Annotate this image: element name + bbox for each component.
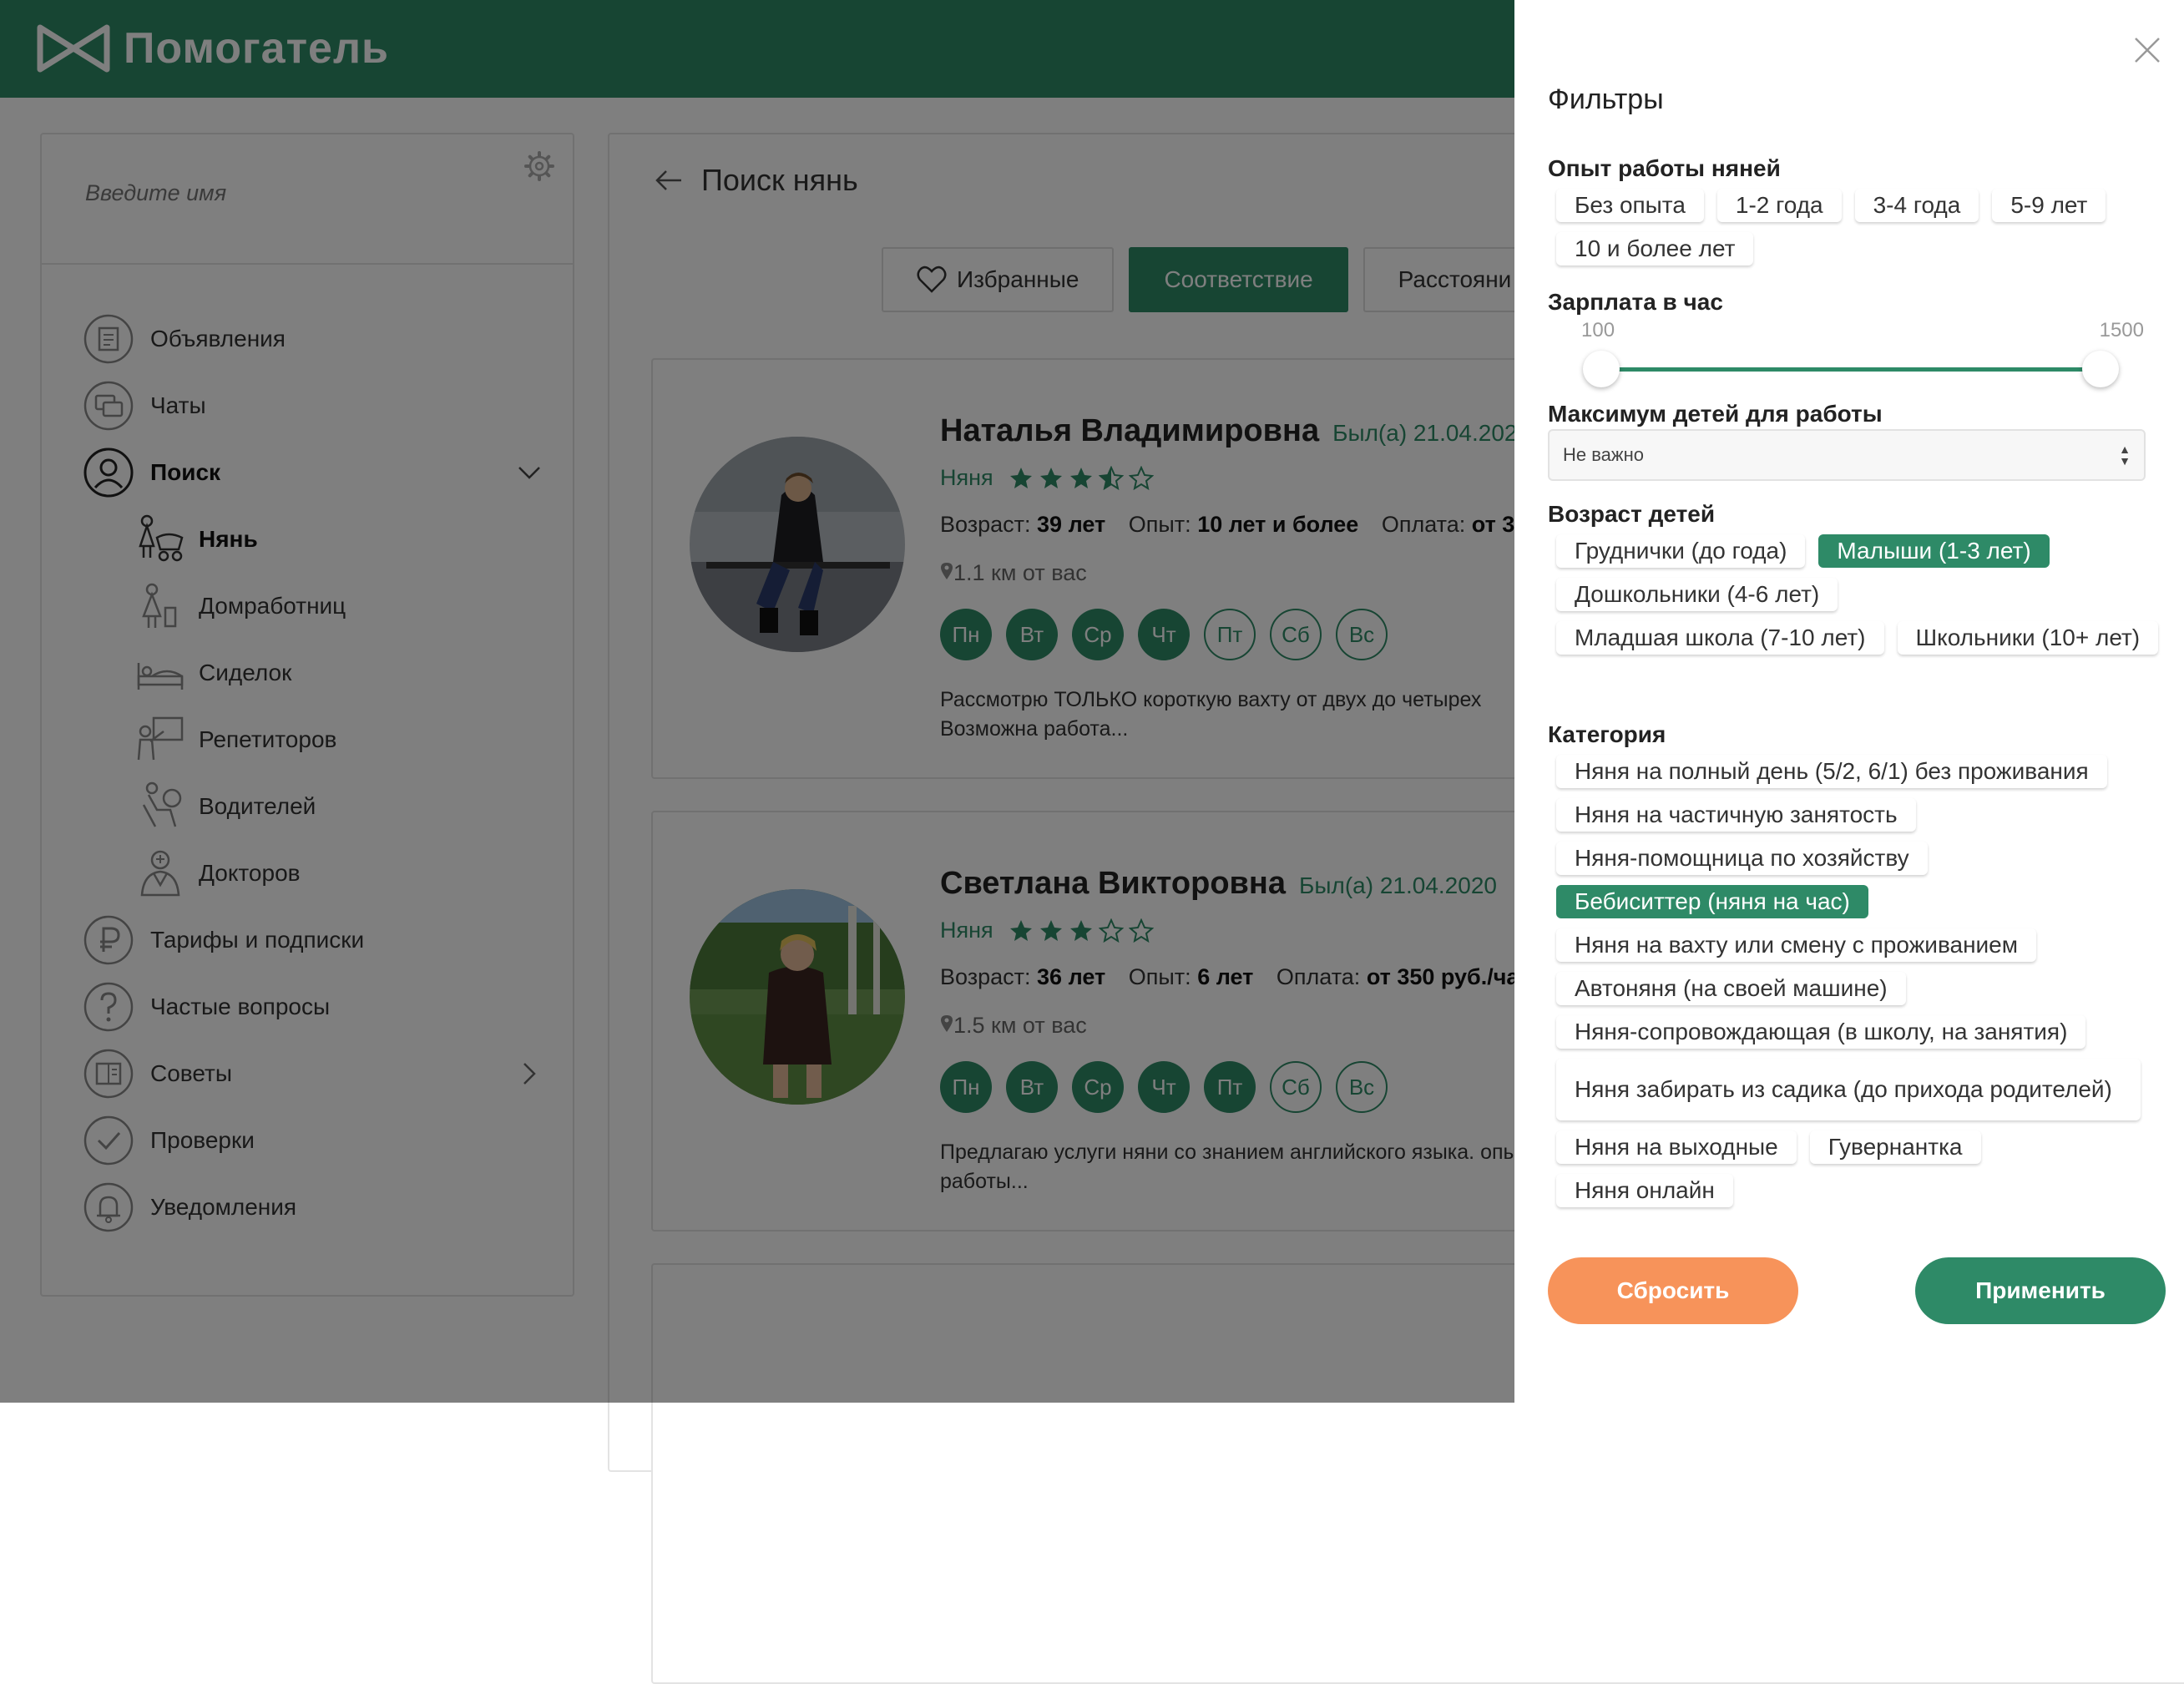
child-age-option[interactable]: Дошкольники (4-6 лет) <box>1556 578 1838 611</box>
salary-max-label: 1500 <box>2099 319 2144 341</box>
category-option[interactable]: Автоняня (на своей машине) <box>1556 972 1906 1005</box>
child-age-option[interactable]: Школьники (10+ лет) <box>1897 621 2159 655</box>
category-option[interactable]: Няня на полный день (5/2, 6/1) без прожи… <box>1556 755 2107 788</box>
experience-option[interactable]: 5-9 лет <box>1992 189 2106 222</box>
max-children-value: Не важно <box>1563 444 1645 465</box>
filters-panel: Фильтры Опыт работы няней Без опыта 1-2 … <box>1514 0 2184 1403</box>
salary-slider-track[interactable] <box>1600 367 2101 372</box>
salary-min-label: 100 <box>1581 319 1615 341</box>
category-option[interactable]: Няня забирать из садика (до прихода роди… <box>1556 1059 2141 1120</box>
modal-backdrop[interactable] <box>0 0 1514 1403</box>
close-icon[interactable] <box>2131 33 2164 67</box>
category-option[interactable]: Няня на выходные <box>1556 1130 1797 1164</box>
category-option-selected[interactable]: Бебиситтер (няня на час) <box>1556 885 1868 918</box>
category-option[interactable]: Гувернантка <box>1809 1130 1981 1164</box>
child-age-option[interactable]: Младшая школа (7-10 лет) <box>1556 621 1884 655</box>
child-age-option-selected[interactable]: Малыши (1-3 лет) <box>1818 534 2050 568</box>
child-age-section-title: Возраст детей <box>1548 501 1716 527</box>
filters-title: Фильтры <box>1548 83 1664 115</box>
experience-option[interactable]: 10 и более лет <box>1556 232 1754 265</box>
max-children-select[interactable]: Не важно ▲ ▼ <box>1548 429 2146 481</box>
salary-section-title: Зарплата в час <box>1548 289 1723 315</box>
category-option[interactable]: Няня онлайн <box>1556 1174 1733 1207</box>
experience-section-title: Опыт работы няней <box>1548 155 1781 181</box>
category-section-title: Категория <box>1548 721 1666 747</box>
category-options: Няня на полный день (5/2, 6/1) без прожи… <box>1556 755 2162 1207</box>
experience-options: Без опыта 1-2 года 3-4 года 5-9 лет 10 и… <box>1556 189 2162 265</box>
experience-option[interactable]: 1-2 года <box>1716 189 1842 222</box>
experience-option[interactable]: Без опыта <box>1556 189 1704 222</box>
child-age-options: Груднички (до года) Малыши (1-3 лет) Дош… <box>1556 534 2162 655</box>
salary-min-handle[interactable] <box>1583 351 1620 387</box>
category-option[interactable]: Няня на вахту или смену с проживанием <box>1556 928 2037 962</box>
category-option[interactable]: Няня на частичную занятость <box>1556 798 1916 832</box>
select-arrows-icon: ▲ ▼ <box>2119 442 2131 468</box>
child-age-option[interactable]: Груднички (до года) <box>1556 534 1806 568</box>
salary-max-handle[interactable] <box>2082 351 2119 387</box>
category-option[interactable]: Няня-помощница по хозяйству <box>1556 842 1928 875</box>
apply-button[interactable]: Применить <box>1915 1257 2166 1324</box>
reset-button[interactable]: Сбросить <box>1548 1257 1798 1324</box>
max-children-section-title: Максимум детей для работы <box>1548 401 1883 427</box>
category-option[interactable]: Няня-сопровождающая (в школу, на занятия… <box>1556 1015 2086 1049</box>
experience-option[interactable]: 3-4 года <box>1854 189 1979 222</box>
